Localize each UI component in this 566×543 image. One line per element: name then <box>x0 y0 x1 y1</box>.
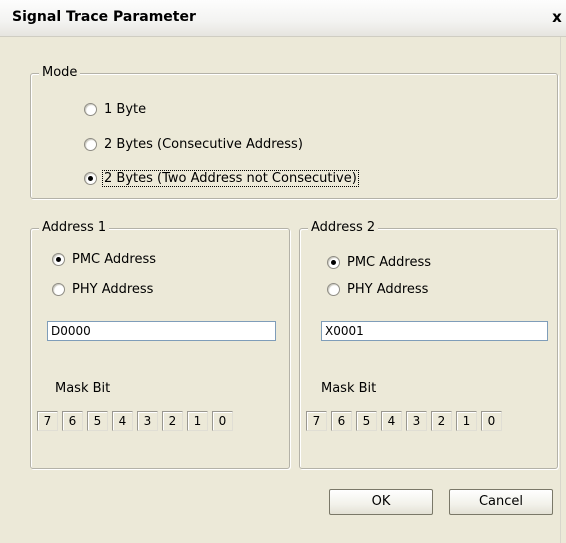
address-1-bit-2[interactable]: 2 <box>162 411 183 431</box>
radio-button-icon[interactable] <box>52 282 65 296</box>
radio-button-icon[interactable] <box>327 282 340 296</box>
mode-option-label: 2 Bytes (Two Address not Consecutive) <box>102 169 359 187</box>
address-1-pmc-label: PMC Address <box>72 251 157 267</box>
address-1-bit-1[interactable]: 1 <box>187 411 208 431</box>
address-2-bit-4[interactable]: 4 <box>381 411 402 431</box>
address-1-bit-4[interactable]: 4 <box>112 411 133 431</box>
address-2-phy-label: PHY Address <box>347 281 429 297</box>
address-1-group: Address 1 PMC Address PHY Address D0000 … <box>30 220 290 469</box>
window-title: Signal Trace Parameter <box>12 9 196 25</box>
ok-button[interactable]: OK <box>329 489 433 515</box>
address-2-bit-7[interactable]: 7 <box>306 411 327 431</box>
address-2-mask-bits: 7 6 5 4 3 2 1 0 <box>306 411 502 431</box>
address-2-bit-0[interactable]: 0 <box>481 411 502 431</box>
mode-option-2-bytes-two-address[interactable]: 2 Bytes (Two Address not Consecutive) <box>84 169 359 187</box>
address-1-bit-7[interactable]: 7 <box>37 411 58 431</box>
address-1-bit-6[interactable]: 6 <box>62 411 83 431</box>
mode-group-label: Mode <box>39 65 81 81</box>
dialog-body: Mode 1 Byte 2 Bytes (Consecutive Address… <box>0 37 561 543</box>
signal-trace-parameter-dialog: Signal Trace Parameter x Mode 1 Byte 2 B… <box>0 0 566 543</box>
mode-option-label: 1 Byte <box>104 101 147 117</box>
address-1-pmc-option[interactable]: PMC Address <box>52 250 157 268</box>
title-bar: Signal Trace Parameter x <box>0 0 566 37</box>
address-2-mask-bit-label: Mask Bit <box>321 381 377 396</box>
radio-button-icon[interactable] <box>84 171 97 185</box>
close-icon[interactable]: x <box>548 7 566 27</box>
address-2-pmc-option[interactable]: PMC Address <box>327 253 432 271</box>
address-2-bit-5[interactable]: 5 <box>356 411 377 431</box>
address-2-phy-option[interactable]: PHY Address <box>327 280 429 298</box>
cancel-button[interactable]: Cancel <box>449 489 553 515</box>
address-1-group-label: Address 1 <box>39 220 110 236</box>
mode-option-1-byte[interactable]: 1 Byte <box>84 100 147 118</box>
address-1-phy-option[interactable]: PHY Address <box>52 280 154 298</box>
mode-option-2-bytes-consecutive[interactable]: 2 Bytes (Consecutive Address) <box>84 135 304 153</box>
address-2-bit-6[interactable]: 6 <box>331 411 352 431</box>
address-2-group: Address 2 PMC Address PHY Address X0001 … <box>299 220 558 469</box>
mode-group: Mode 1 Byte 2 Bytes (Consecutive Address… <box>30 65 558 199</box>
radio-button-icon[interactable] <box>84 137 97 151</box>
radio-button-icon[interactable] <box>52 252 65 266</box>
address-1-bit-3[interactable]: 3 <box>137 411 158 431</box>
address-1-mask-bits: 7 6 5 4 3 2 1 0 <box>37 411 233 431</box>
address-2-input[interactable]: X0001 <box>321 321 548 341</box>
address-1-mask-bit-label: Mask Bit <box>55 381 111 396</box>
address-1-phy-label: PHY Address <box>72 281 154 297</box>
address-2-bit-1[interactable]: 1 <box>456 411 477 431</box>
address-2-bit-2[interactable]: 2 <box>431 411 452 431</box>
address-1-input[interactable]: D0000 <box>47 321 276 341</box>
address-1-bit-0[interactable]: 0 <box>212 411 233 431</box>
address-2-bit-3[interactable]: 3 <box>406 411 427 431</box>
address-2-pmc-label: PMC Address <box>347 254 432 270</box>
address-1-bit-5[interactable]: 5 <box>87 411 108 431</box>
radio-button-icon[interactable] <box>327 255 340 269</box>
mode-option-label: 2 Bytes (Consecutive Address) <box>104 136 303 152</box>
address-2-group-label: Address 2 <box>308 220 379 236</box>
radio-button-icon[interactable] <box>84 102 97 116</box>
